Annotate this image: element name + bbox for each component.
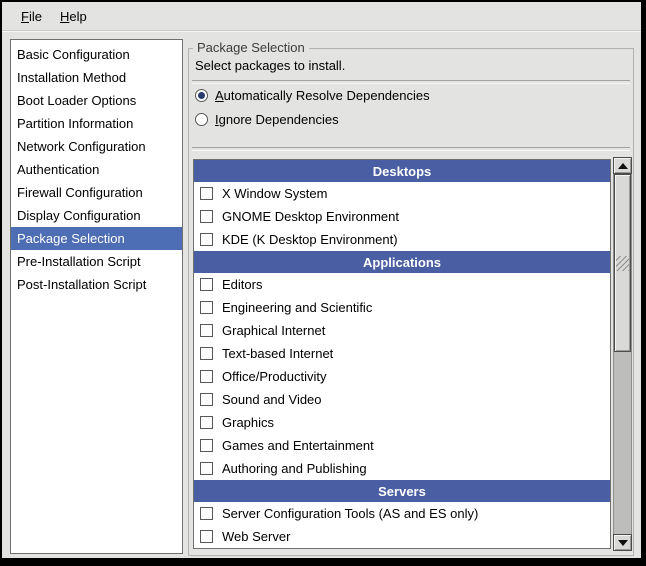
package-label: Graphical Internet xyxy=(222,323,325,338)
sidebar-item-label: Package Selection xyxy=(17,231,125,246)
package-group-header: Applications xyxy=(194,251,610,273)
arrow-up-icon xyxy=(618,163,628,169)
package-label: Editors xyxy=(222,277,262,292)
checkbox-unchecked-icon[interactable] xyxy=(200,210,213,223)
sidebar-item-label: Display Configuration xyxy=(17,208,141,223)
sidebar-item[interactable]: Pre-Installation Script xyxy=(11,250,182,273)
radio-resolve-dependencies[interactable]: Automatically Resolve Dependencies xyxy=(195,87,430,103)
package-list: Desktops X Window System GNOME Desktop E… xyxy=(193,159,611,549)
checkbox-unchecked-icon[interactable] xyxy=(200,507,213,520)
package-row[interactable]: Authoring and Publishing xyxy=(194,457,610,480)
sidebar-item[interactable]: Installation Method xyxy=(11,66,182,89)
scrollbar-thumb[interactable] xyxy=(614,174,631,352)
sidebar-item-label: Partition Information xyxy=(17,116,133,131)
sidebar-item[interactable]: Boot Loader Options xyxy=(11,89,182,112)
package-label: Office/Productivity xyxy=(222,369,327,384)
radio-button-icon[interactable] xyxy=(195,113,208,126)
vertical-scrollbar xyxy=(613,157,632,551)
package-row[interactable]: X Window System xyxy=(194,182,610,205)
sidebar-item-label: Installation Method xyxy=(17,70,126,85)
package-row[interactable]: Office/Productivity xyxy=(194,365,610,388)
checkbox-unchecked-icon[interactable] xyxy=(200,370,213,383)
checkbox-unchecked-icon[interactable] xyxy=(200,278,213,291)
package-group-header-label: Servers xyxy=(378,484,426,499)
checkbox-unchecked-icon[interactable] xyxy=(200,324,213,337)
sidebar-item-label: Authentication xyxy=(17,162,99,177)
sidebar-item[interactable]: Basic Configuration xyxy=(11,43,182,66)
description-text: Select packages to install. xyxy=(195,58,345,73)
checkbox-unchecked-icon[interactable] xyxy=(200,187,213,200)
radio-label: Ignore Dependencies xyxy=(215,112,339,127)
package-row[interactable]: Graphical Internet xyxy=(194,319,610,342)
package-group-header-label: Applications xyxy=(363,255,441,270)
package-label: Sound and Video xyxy=(222,392,322,407)
sidebar-item-label: Post-Installation Script xyxy=(17,277,146,292)
arrow-down-icon xyxy=(618,540,628,546)
package-row[interactable]: Web Server xyxy=(194,525,610,548)
package-label: Graphics xyxy=(222,415,274,430)
sidebar-item[interactable]: Display Configuration xyxy=(11,204,182,227)
sidebar-item-label: Firewall Configuration xyxy=(17,185,143,200)
sidebar-item-label: Basic Configuration xyxy=(17,47,130,62)
package-label: KDE (K Desktop Environment) xyxy=(222,232,398,247)
package-label: Text-based Internet xyxy=(222,346,333,361)
scroll-down-button[interactable] xyxy=(613,534,632,551)
sidebar-item-label: Boot Loader Options xyxy=(17,93,136,108)
frame-title: Package Selection xyxy=(193,40,309,55)
menu-help[interactable]: Help xyxy=(51,6,96,27)
sidebar-item[interactable]: Network Configuration xyxy=(11,135,182,158)
separator xyxy=(192,147,630,151)
package-row[interactable]: Editors xyxy=(194,273,610,296)
sidebar-item-label: Network Configuration xyxy=(17,139,146,154)
sidebar-item[interactable]: Partition Information xyxy=(11,112,182,135)
sidebar-item[interactable]: Firewall Configuration xyxy=(11,181,182,204)
package-label: GNOME Desktop Environment xyxy=(222,209,399,224)
sidebar-nav: Basic Configuration Installation Method … xyxy=(10,39,183,554)
package-row[interactable]: Server Configuration Tools (AS and ES on… xyxy=(194,502,610,525)
checkbox-unchecked-icon[interactable] xyxy=(200,530,213,543)
package-group-header: Desktops xyxy=(194,160,610,182)
package-row[interactable]: Games and Entertainment xyxy=(194,434,610,457)
menubar: File Help xyxy=(2,2,641,31)
package-group-header-label: Desktops xyxy=(373,164,432,179)
package-row[interactable]: GNOME Desktop Environment xyxy=(194,205,610,228)
package-row[interactable]: Text-based Internet xyxy=(194,342,610,365)
sidebar-item[interactable]: Package Selection xyxy=(11,227,182,250)
package-label: Server Configuration Tools (AS and ES on… xyxy=(222,506,478,521)
package-label: Engineering and Scientific xyxy=(222,300,372,315)
separator xyxy=(192,80,630,84)
checkbox-unchecked-icon[interactable] xyxy=(200,233,213,246)
package-group-header: Servers xyxy=(194,480,610,502)
sidebar-item[interactable]: Post-Installation Script xyxy=(11,273,182,296)
checkbox-unchecked-icon[interactable] xyxy=(200,393,213,406)
package-row[interactable]: Sound and Video xyxy=(194,388,610,411)
checkbox-unchecked-icon[interactable] xyxy=(200,416,213,429)
sidebar-item-label: Pre-Installation Script xyxy=(17,254,141,269)
package-selection-frame: Package Selection Select packages to ins… xyxy=(188,48,634,556)
package-row[interactable]: KDE (K Desktop Environment) xyxy=(194,228,610,251)
package-row[interactable]: Engineering and Scientific xyxy=(194,296,610,319)
package-label: Web Server xyxy=(222,529,290,544)
checkbox-unchecked-icon[interactable] xyxy=(200,439,213,452)
menu-file[interactable]: File xyxy=(12,6,51,27)
checkbox-unchecked-icon[interactable] xyxy=(200,462,213,475)
package-label: X Window System xyxy=(222,186,327,201)
grip-icon xyxy=(616,256,629,271)
package-label: Games and Entertainment xyxy=(222,438,374,453)
radio-label: Automatically Resolve Dependencies xyxy=(215,88,430,103)
checkbox-unchecked-icon[interactable] xyxy=(200,301,213,314)
radio-button-icon[interactable] xyxy=(195,89,208,102)
scroll-up-button[interactable] xyxy=(613,157,632,174)
radio-ignore-dependencies[interactable]: Ignore Dependencies xyxy=(195,111,339,127)
sidebar-item[interactable]: Authentication xyxy=(11,158,182,181)
package-label: Authoring and Publishing xyxy=(222,461,367,476)
app-window: File Help Basic Configuration Installati… xyxy=(0,0,646,566)
checkbox-unchecked-icon[interactable] xyxy=(200,347,213,360)
package-row[interactable]: Graphics xyxy=(194,411,610,434)
scrollbar-track[interactable] xyxy=(613,174,632,534)
